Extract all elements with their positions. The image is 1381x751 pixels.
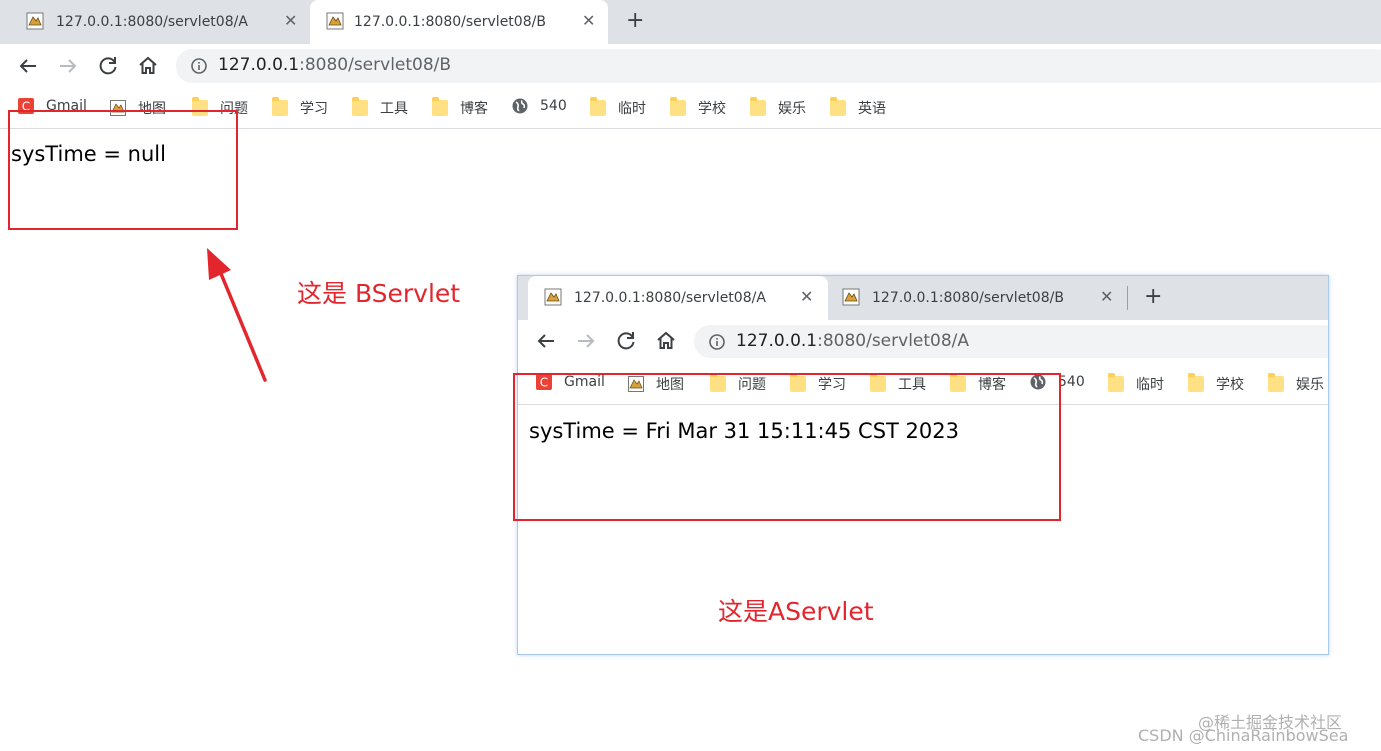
tomcat-icon: [26, 12, 44, 30]
new-tab-plus-icon[interactable]: +: [626, 10, 644, 32]
folder-icon: [1108, 373, 1124, 392]
nav-bar: 127.0.0.1:8080/servlet08/A: [518, 320, 1328, 362]
url-text: 127.0.0.1:8080/servlet08/B: [218, 55, 451, 75]
tab-title: 127.0.0.1:8080/servlet08/A: [574, 290, 766, 306]
folder-icon: [670, 97, 686, 116]
back-arrow-icon[interactable]: [534, 329, 558, 353]
folder-icon: [352, 97, 368, 116]
close-icon[interactable]: ✕: [800, 289, 813, 305]
tomcat-icon: [544, 288, 562, 306]
forward-arrow-icon[interactable]: [56, 54, 80, 78]
bookmark-folder[interactable]: 临时: [590, 97, 646, 118]
tab-strip: 127.0.0.1:8080/servlet08/A ✕ 127.0.0.1:8…: [518, 276, 1328, 320]
reload-icon[interactable]: [614, 329, 638, 353]
tab-title: 127.0.0.1:8080/servlet08/B: [872, 290, 1064, 306]
url-host: 127.0.0.1: [736, 331, 818, 351]
folder-icon: [1188, 373, 1204, 392]
bookmark-folder[interactable]: 英语: [830, 97, 886, 118]
url-path: :8080/servlet08/A: [817, 331, 970, 351]
highlight-box-b: [8, 110, 238, 230]
folder-icon: [750, 97, 766, 116]
tab-strip: 127.0.0.1:8080/servlet08/A ✕ 127.0.0.1:8…: [0, 0, 1381, 44]
tab-servlet-b[interactable]: 127.0.0.1:8080/servlet08/B ✕: [310, 0, 608, 44]
folder-icon: [590, 97, 606, 116]
bookmark-folder[interactable]: 学校: [1188, 373, 1244, 394]
info-icon[interactable]: [190, 57, 208, 75]
watermark-csdn: CSDN @ChinaRainbowSea: [1138, 726, 1349, 745]
tab-servlet-b[interactable]: 127.0.0.1:8080/servlet08/B ✕: [830, 276, 1126, 320]
nav-bar: 127.0.0.1:8080/servlet08/B: [0, 44, 1381, 88]
bookmark-folder[interactable]: 工具: [352, 97, 408, 118]
tab-title: 127.0.0.1:8080/servlet08/A: [56, 14, 248, 30]
bookmark-folder[interactable]: 临时: [1108, 373, 1164, 394]
tomcat-icon: [326, 12, 344, 30]
annotation-b-servlet: 这是 BServlet: [297, 279, 461, 308]
bookmark-globe[interactable]: 540: [512, 98, 567, 114]
address-bar[interactable]: 127.0.0.1:8080/servlet08/B: [176, 49, 1381, 83]
url-host: 127.0.0.1: [218, 55, 300, 75]
back-arrow-icon[interactable]: [16, 54, 40, 78]
url-path: :8080/servlet08/B: [299, 55, 452, 75]
folder-icon: [272, 97, 288, 116]
address-bar[interactable]: 127.0.0.1:8080/servlet08/A: [694, 325, 1328, 358]
bookmark-folder[interactable]: 娱乐: [750, 97, 806, 118]
home-icon[interactable]: [136, 54, 160, 78]
tomcat-icon: [842, 288, 860, 306]
close-icon[interactable]: ✕: [284, 13, 297, 29]
bookmark-folder[interactable]: 学校: [670, 97, 726, 118]
url-text: 127.0.0.1:8080/servlet08/A: [736, 331, 969, 351]
forward-arrow-icon[interactable]: [574, 329, 598, 353]
bookmark-folder[interactable]: 娱乐: [1268, 373, 1324, 394]
highlight-box-a: [513, 373, 1061, 521]
bookmark-folder[interactable]: 学习: [272, 97, 328, 118]
folder-icon: [830, 97, 846, 116]
globe-icon: [512, 98, 528, 114]
reload-icon[interactable]: [96, 54, 120, 78]
home-icon[interactable]: [654, 329, 678, 353]
tab-servlet-a[interactable]: 127.0.0.1:8080/servlet08/A ✕: [528, 276, 828, 320]
close-icon[interactable]: ✕: [582, 13, 595, 29]
new-tab-plus-icon[interactable]: +: [1144, 286, 1162, 308]
tab-separator: [1127, 286, 1128, 310]
tab-title: 127.0.0.1:8080/servlet08/B: [354, 14, 546, 30]
folder-icon: [432, 97, 448, 116]
annotation-a-servlet: 这是AServlet: [718, 597, 874, 626]
tab-servlet-a[interactable]: 127.0.0.1:8080/servlet08/A ✕: [8, 0, 308, 44]
annotation-arrow: [207, 248, 267, 382]
bookmark-folder[interactable]: 博客: [432, 97, 488, 118]
close-icon[interactable]: ✕: [1100, 289, 1113, 305]
info-icon[interactable]: [708, 333, 726, 351]
folder-icon: [1268, 373, 1284, 392]
